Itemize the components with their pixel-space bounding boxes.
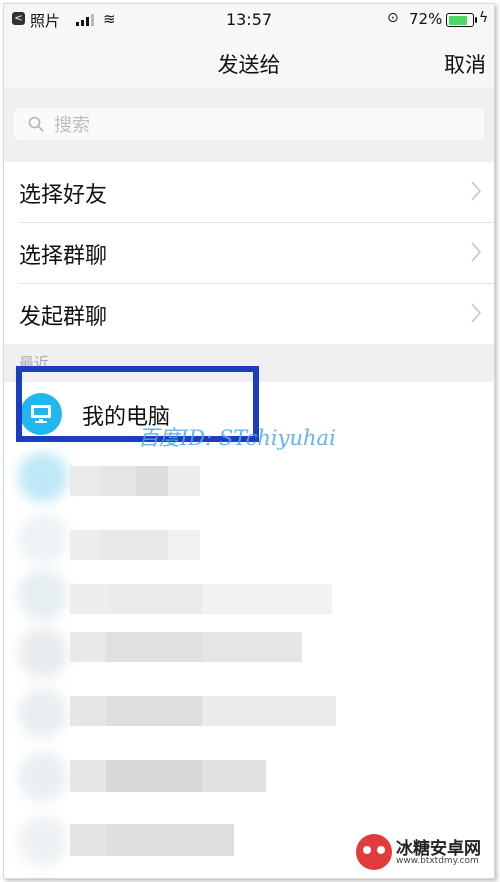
blurred-text	[168, 530, 200, 560]
select-group-row[interactable]: 选择群聊	[4, 223, 494, 282]
avatar	[18, 570, 68, 620]
blurred-text	[202, 632, 302, 662]
avatar	[18, 816, 68, 866]
site-logo-watermark: 冰糖安卓网 www.btxtdmy.com	[356, 832, 486, 872]
status-bar: < 照片 ≋ 13:57 ⊙ 72% ϟ	[4, 4, 494, 36]
chevron-right-icon	[471, 181, 482, 201]
rotation-lock-icon: ⊙	[387, 10, 399, 26]
battery-icon	[446, 13, 477, 27]
blurred-text	[106, 696, 202, 726]
blurred-text	[106, 824, 234, 856]
avatar	[18, 752, 68, 802]
blurred-text	[70, 530, 100, 560]
search-icon	[28, 116, 44, 132]
chevron-right-icon	[471, 303, 482, 323]
blurred-text	[106, 584, 202, 614]
blurred-text	[202, 760, 266, 792]
avatar	[18, 514, 68, 564]
blurred-text	[168, 466, 200, 496]
select-friends-row[interactable]: 选择好友	[4, 162, 494, 221]
blurred-text	[70, 760, 106, 792]
charging-icon: ϟ	[479, 10, 489, 26]
watermark-text: 百度ID: STchiyuhai	[138, 426, 336, 450]
avatar	[18, 628, 68, 678]
blurred-text	[70, 824, 106, 856]
chevron-right-icon	[471, 242, 482, 262]
page-title: 发送给	[217, 53, 281, 77]
select-group-label: 选择群聊	[19, 244, 108, 269]
select-friends-label: 选择好友	[19, 183, 108, 208]
blurred-text	[202, 696, 336, 726]
start-group-label: 发起群聊	[19, 305, 108, 330]
logo-icon	[356, 834, 392, 870]
cancel-button[interactable]: 取消	[444, 49, 486, 79]
search-input[interactable]	[52, 112, 476, 138]
blurred-text	[106, 760, 202, 792]
logo-url: www.btxtdmy.com	[396, 856, 479, 866]
blurred-text	[70, 584, 106, 614]
search-box[interactable]	[14, 108, 484, 140]
phone-screen: < 照片 ≋ 13:57 ⊙ 72% ϟ 发送给 取消 选择好友	[3, 3, 495, 879]
blurred-text	[136, 466, 168, 496]
blurred-text	[70, 466, 100, 496]
blurred-text	[70, 696, 106, 726]
avatar	[18, 452, 68, 502]
avatar	[18, 688, 68, 738]
blurred-text	[100, 466, 136, 496]
battery-percent: 72%	[409, 10, 443, 28]
blurred-text	[106, 632, 202, 662]
search-area	[4, 88, 494, 162]
blurred-text	[70, 632, 106, 662]
start-group-row[interactable]: 发起群聊	[4, 284, 494, 343]
nav-bar: 发送给 取消	[4, 36, 494, 88]
blurred-text	[100, 530, 168, 560]
blurred-text	[202, 584, 332, 614]
